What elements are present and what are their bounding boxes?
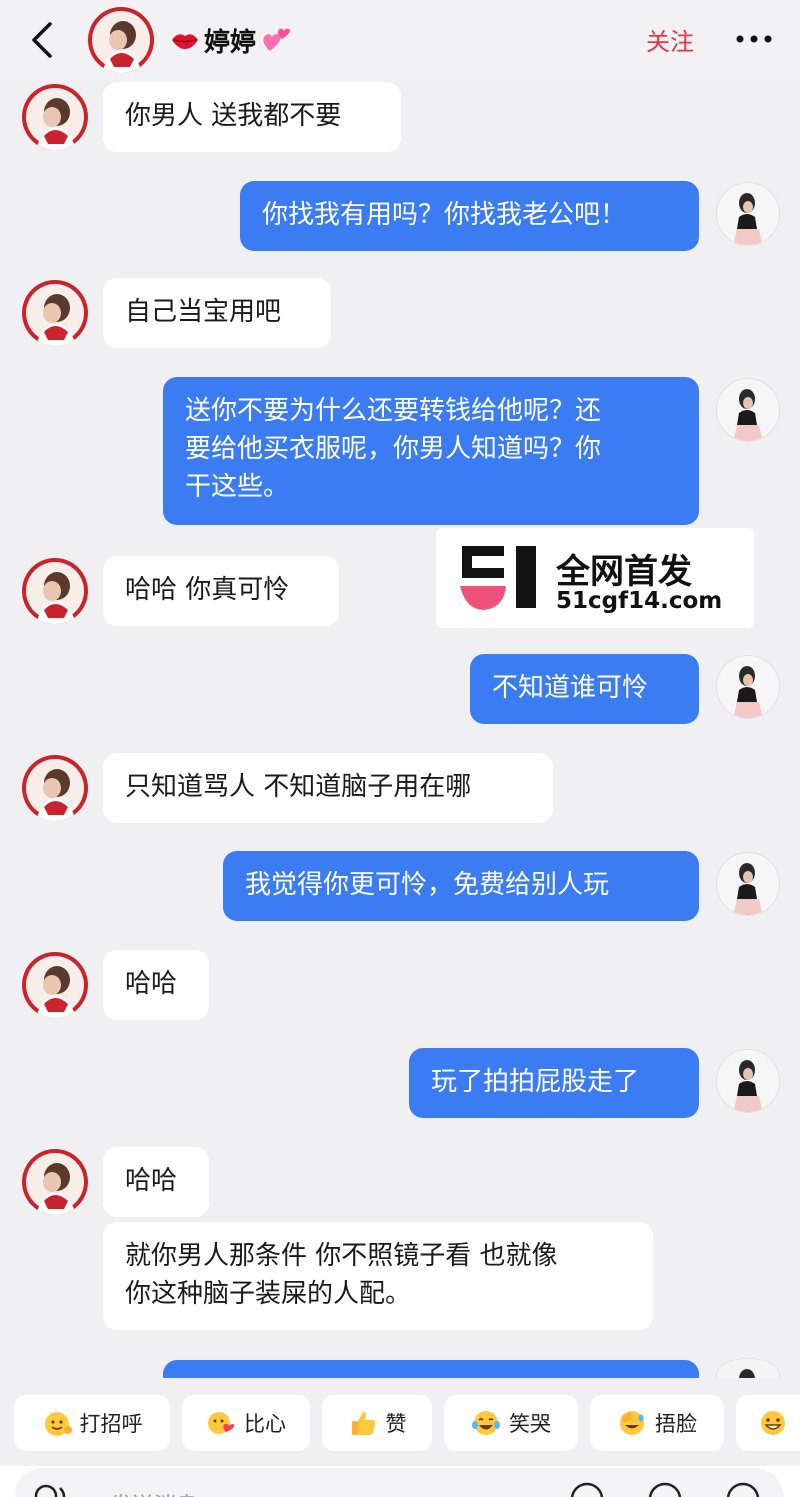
message-text-line: 就你男人那条件 你不照镜子看 也就像 [125, 1241, 558, 1271]
message-bubble-in[interactable]: 哈哈 [103, 950, 209, 1020]
thumbs-up-emoji-icon [351, 1411, 375, 1435]
quick-reply-label: 赞 [385, 1412, 407, 1436]
message-text-line: 哈哈 [125, 1166, 178, 1196]
chat-header: 婷婷 关注 [0, 0, 800, 80]
watermark-overlay: 全网首发 51cgf14.com [436, 528, 754, 628]
add-button-icon[interactable] [726, 1482, 760, 1497]
self-avatar[interactable] [716, 1049, 780, 1113]
voice-toggle-icon [34, 1484, 66, 1497]
message-text-line: 哈哈 你真可怜 [125, 575, 290, 605]
chevron-left-icon [32, 22, 52, 58]
message-bubble-out[interactable]: 玩了拍拍屁股走了 [409, 1048, 699, 1118]
contact-avatar[interactable] [22, 952, 88, 1018]
contact-avatar[interactable] [22, 558, 88, 624]
message-input[interactable]: 发送消息 [14, 1468, 784, 1497]
tears-of-joy-emoji-icon [472, 1411, 500, 1435]
quick-reply-label: 笑哭 [509, 1412, 551, 1436]
message-text-line: 你这种脑子装屎的人配。 [125, 1279, 412, 1309]
message-bubble-out[interactable]: 我觉得你更可怜，免费给别人玩 [223, 851, 699, 921]
message-input-bar: 发送消息 [0, 1466, 800, 1497]
message-text-line: 要给他买衣服呢，你男人知道吗？你 [185, 434, 602, 464]
message-text-line: 我觉得你更可怜，免费给别人玩 [245, 870, 610, 900]
watermark-logo [460, 546, 536, 610]
follow-button[interactable]: 关注 [646, 22, 694, 57]
quick-reply-label: 捂脸 [655, 1412, 697, 1436]
message-bubble-out[interactable]: 送你不要为什么还要转钱给他呢？还 要给他买衣服呢，你男人知道吗？你 干这些。 [163, 377, 699, 525]
quick-reply-label: 打招呼 [79, 1412, 143, 1436]
input-placeholder: 发送消息 [110, 1488, 198, 1497]
sticker-button-icon[interactable] [648, 1482, 682, 1497]
message-text-line: 送你不要为什么还要转钱给他呢？还 [185, 396, 602, 426]
self-avatar[interactable] [716, 852, 780, 916]
message-bubble-out[interactable]: 你找我有用吗？你找我老公吧！ [240, 181, 699, 251]
quick-reply-like[interactable]: 赞 [322, 1395, 432, 1451]
self-avatar[interactable] [716, 378, 780, 442]
message-text-line: 玩了拍拍屁股走了 [431, 1067, 640, 1097]
emoji-button-icon[interactable] [570, 1482, 604, 1497]
contact-name-group: 婷婷 [170, 20, 292, 60]
self-avatar[interactable] [716, 655, 780, 719]
message-bubble-in[interactable]: 哈哈 你真可怜 [103, 556, 339, 626]
message-bubble-in[interactable]: 就你男人那条件 你不照镜子看 也就像 你这种脑子装屎的人配。 [103, 1222, 653, 1330]
wave-hand-emoji-icon [44, 1412, 72, 1436]
quick-reply-facepalm[interactable]: 捂脸 [590, 1395, 724, 1451]
quick-reply-laugh-cry[interactable]: 笑哭 [444, 1395, 578, 1451]
quick-reply-wave[interactable]: 打招呼 [14, 1395, 170, 1451]
message-text-line: 干这些。 [185, 472, 290, 502]
facepalm-emoji-icon [620, 1411, 644, 1435]
contact-avatar[interactable] [22, 755, 88, 821]
message-bubble-in[interactable]: 只知道骂人 不知道脑子用在哪 [103, 753, 553, 823]
heart-hands-emoji-icon [208, 1412, 235, 1434]
contact-avatar[interactable] [22, 1149, 88, 1215]
lips-icon [172, 34, 198, 49]
message-bubble-in[interactable]: 哈哈 [103, 1147, 209, 1217]
message-text-line: 哈哈 [125, 969, 178, 999]
contact-name: 婷婷 [204, 27, 257, 58]
contact-avatar[interactable] [88, 7, 154, 73]
contact-avatar[interactable] [22, 280, 88, 346]
message-text-line: 只知道骂人 不知道脑子用在哪 [125, 772, 472, 802]
message-text-line: 你找我有用吗？你找我老公吧！ [262, 200, 627, 230]
grinning-emoji-icon [761, 1411, 785, 1435]
two-hearts-icon [263, 28, 291, 51]
self-avatar[interactable] [716, 182, 780, 246]
watermark-line-1: 全网首发 [556, 552, 692, 592]
quick-reply-label: 比心 [244, 1412, 286, 1436]
message-bubble-in[interactable]: 你男人 送我都不要 [103, 82, 401, 152]
quick-reply-heart[interactable]: 比心 [182, 1395, 310, 1451]
watermark-line-2: 51cgf14.com [556, 588, 723, 614]
back-button[interactable] [22, 18, 62, 62]
message-bubble-in[interactable]: 自己当宝用吧 [103, 278, 331, 348]
message-text-line: 自己当宝用吧 [125, 297, 282, 327]
message-text-line: 不知道谁可怜 [492, 673, 649, 703]
more-dots-icon [736, 35, 772, 43]
quick-reply-grin[interactable] [736, 1395, 800, 1451]
more-options-button[interactable] [734, 22, 774, 56]
quick-reaction-bar: 打招呼 比心 赞 笑哭 捂脸 [0, 1378, 800, 1470]
message-text-line: 你男人 送我都不要 [125, 101, 342, 131]
chat-screen: 婷婷 关注 你男人 送我都不要你找我有用吗？你找我老公吧！ 自己当宝用吧送你不要为… [0, 0, 800, 1497]
message-bubble-out[interactable]: 不知道谁可怜 [470, 654, 699, 724]
contact-avatar[interactable] [22, 84, 88, 150]
